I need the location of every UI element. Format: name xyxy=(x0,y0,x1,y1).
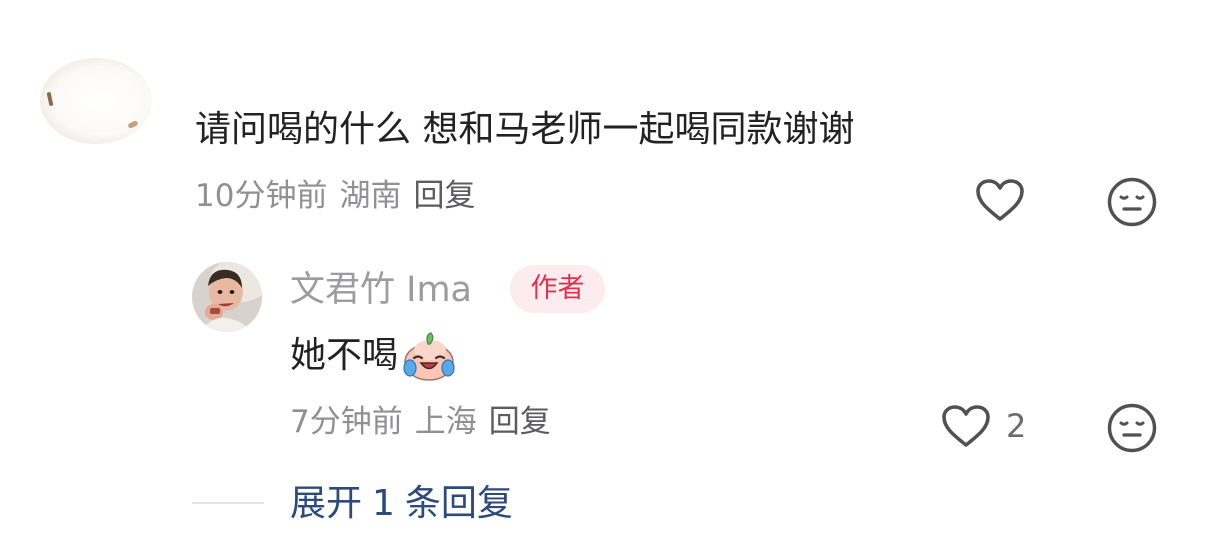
meh-face-icon xyxy=(1107,403,1157,453)
comment-time: 10分钟前 xyxy=(195,178,328,214)
reply-text: 她不喝 xyxy=(290,335,399,376)
heart-icon xyxy=(942,405,990,447)
comment-location: 湖南 xyxy=(339,178,402,214)
commenter-avatar[interactable] xyxy=(40,58,152,144)
divider xyxy=(192,502,264,504)
expand-label: 展开 xyxy=(290,483,363,524)
comment-text: 请问喝的什么 想和马老师一起喝同款谢谢 xyxy=(195,109,855,150)
reply-location: 上海 xyxy=(414,404,477,440)
reply-button[interactable]: 回复 xyxy=(489,404,551,440)
expand-suffix: 条回复 xyxy=(404,483,513,524)
expand-count: 1 xyxy=(372,483,395,524)
like-count: 2 xyxy=(1006,407,1027,445)
expand-replies-button[interactable]: 展开 1 条回复 xyxy=(290,480,513,528)
author-avatar[interactable] xyxy=(192,262,262,332)
author-badge: 作者 xyxy=(510,265,605,313)
reply-comment: 她不喝 xyxy=(290,330,458,382)
like-button[interactable] xyxy=(936,400,996,452)
like-button[interactable] xyxy=(970,174,1030,226)
reply-meta: 7分钟前 上海 回复 xyxy=(290,402,551,442)
reply-button[interactable]: 回复 xyxy=(413,178,475,214)
dislike-button[interactable] xyxy=(1104,400,1160,456)
crying-laughing-peach-emoji xyxy=(400,330,458,382)
reply-time: 7分钟前 xyxy=(290,404,403,440)
dislike-button[interactable] xyxy=(1104,174,1160,230)
meh-face-icon xyxy=(1107,177,1157,227)
author-username[interactable]: 文君竹 Ima xyxy=(290,266,472,314)
avatar-detail xyxy=(46,91,54,107)
avatar-detail xyxy=(127,120,139,129)
author-photo xyxy=(192,262,262,332)
comment-meta: 10分钟前 湖南 回复 xyxy=(195,176,475,216)
heart-icon xyxy=(976,179,1024,221)
